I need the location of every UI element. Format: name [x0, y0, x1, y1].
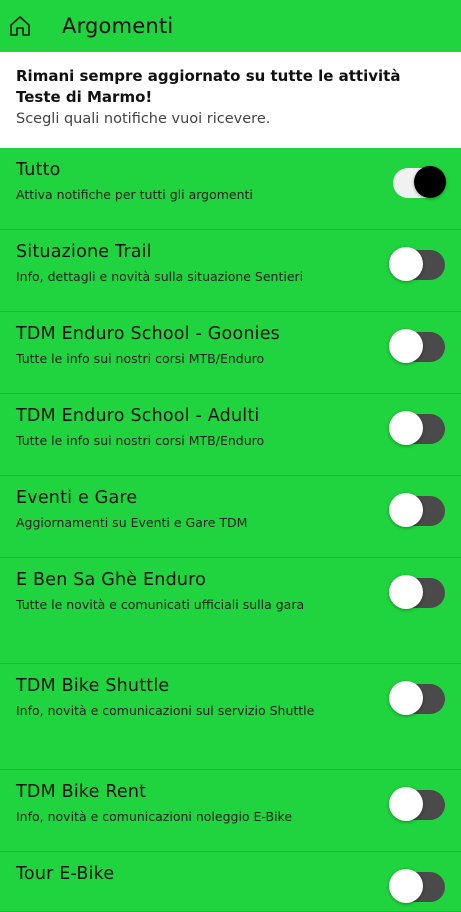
intro-title: Rimani sempre aggiornato su tutte le att… — [16, 67, 401, 106]
topic-toggle[interactable] — [389, 680, 445, 715]
toggle-thumb — [389, 681, 423, 715]
topic-subtitle: Tutte le info sui nostri corsi MTB/Endur… — [16, 351, 265, 366]
topic-title: Tutto — [16, 160, 61, 180]
topic-subtitle: Tutte le info sui nostri corsi MTB/Endur… — [16, 433, 265, 448]
topic-toggle[interactable] — [389, 246, 445, 281]
intro-subtitle: Scegli quali notifiche vuoi ricevere. — [16, 111, 271, 127]
topic-subtitle: Attiva notifiche per tutti gli argomenti — [16, 187, 253, 202]
topic-list: Tutto Attiva notifiche per tutti gli argo… — [0, 148, 461, 912]
topic-subtitle: Aggiornamenti su Eventi e Gare TDM — [16, 515, 248, 530]
topic-title: TDM Bike Shuttle — [16, 676, 170, 696]
topic-row[interactable]: Tour E-Bike — [0, 852, 461, 912]
topic-toggle[interactable] — [389, 574, 445, 609]
topic-subtitle: Info, novità e comunicazioni noleggio E-… — [16, 809, 293, 824]
app-bar: Argomenti — [0, 0, 461, 52]
toggle-thumb — [389, 493, 423, 527]
topic-row[interactable]: TDM Bike Shuttle Info, novità e comunicaz… — [0, 664, 461, 770]
topic-row[interactable]: Tutto Attiva notifiche per tutti gli argo… — [0, 148, 461, 230]
topic-toggle[interactable] — [389, 492, 445, 527]
toggle-thumb — [389, 869, 423, 903]
topic-row[interactable]: TDM Enduro School - Goonies Tutte le info… — [0, 312, 461, 394]
topic-toggle[interactable] — [389, 868, 445, 903]
toggle-thumb — [389, 329, 423, 363]
toggle-thumb — [389, 787, 423, 821]
topic-title: TDM Enduro School - Goonies — [16, 324, 281, 344]
topic-title: Tour E-Bike — [16, 864, 115, 884]
topic-toggle[interactable] — [389, 410, 445, 445]
topic-toggle[interactable] — [389, 786, 445, 821]
topic-subtitle: Info, novità e comunicazioni sul servizi… — [16, 703, 315, 718]
topic-title: Eventi e Gare — [16, 488, 138, 508]
toggle-thumb — [414, 166, 446, 198]
topic-row[interactable]: E Ben Sa Ghè Enduro Tutte le novità e com… — [0, 558, 461, 664]
toggle-thumb — [389, 411, 423, 445]
topic-title: E Ben Sa Ghè Enduro — [16, 570, 207, 590]
topic-row[interactable]: TDM Bike Rent Info, novità e comunicazion… — [0, 770, 461, 852]
topic-toggle[interactable] — [389, 328, 445, 363]
topic-title: Situazione Trail — [16, 242, 152, 262]
topic-row[interactable]: Eventi e Gare Aggiornamenti su Eventi e G… — [0, 476, 461, 558]
toggle-thumb — [389, 247, 423, 281]
home-icon[interactable] — [8, 14, 32, 38]
topic-title: TDM Enduro School - Adulti — [16, 406, 260, 426]
intro-card: Rimani sempre aggiornato su tutte le att… — [0, 52, 461, 148]
page-title: Argomenti — [62, 14, 174, 38]
topic-toggle[interactable] — [389, 164, 446, 198]
toggle-thumb — [389, 575, 423, 609]
topic-title: TDM Bike Rent — [16, 782, 147, 802]
topic-subtitle: Tutte le novità e comunicati ufficiali s… — [16, 597, 305, 612]
topic-row[interactable]: Situazione Trail Info, dettagli e novità … — [0, 230, 461, 312]
topic-row[interactable]: TDM Enduro School - Adulti Tutte le info … — [0, 394, 461, 476]
topic-subtitle: Info, dettagli e novità sulla situazione… — [16, 269, 304, 284]
